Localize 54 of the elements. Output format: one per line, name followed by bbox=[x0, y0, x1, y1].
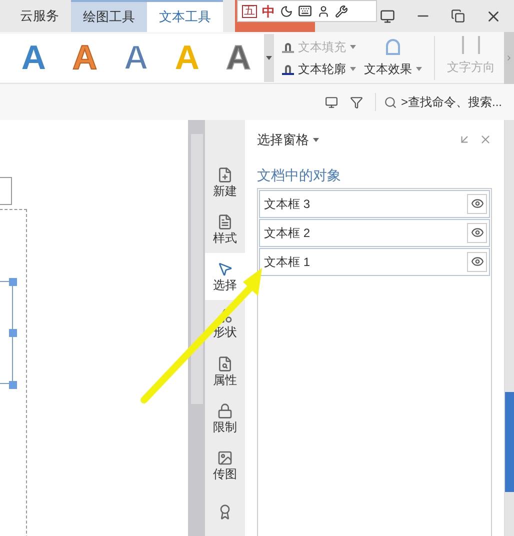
visibility-toggle[interactable] bbox=[467, 252, 487, 272]
ribbon-tab[interactable]: 云服务 bbox=[8, 0, 71, 32]
ribbon-tab[interactable]: 文本工具 bbox=[147, 0, 223, 32]
eye-icon bbox=[470, 226, 484, 239]
keyboard-icon[interactable] bbox=[298, 4, 312, 18]
visibility-toggle[interactable] bbox=[467, 222, 487, 242]
caret-icon bbox=[416, 66, 422, 70]
object-row[interactable]: 文本框 2 bbox=[259, 218, 490, 246]
search-placeholder: >查找命令、搜索... bbox=[400, 94, 502, 111]
pointer-icon bbox=[217, 261, 233, 278]
moon-icon[interactable] bbox=[280, 4, 293, 18]
object-row[interactable]: 文本框 1 bbox=[259, 248, 490, 276]
visibility-toggle[interactable] bbox=[467, 194, 487, 214]
ime-language[interactable]: 中 bbox=[262, 4, 275, 18]
lock-icon bbox=[217, 402, 233, 419]
eye-icon bbox=[470, 255, 484, 268]
ribbon-tab[interactable]: 绘图工具 bbox=[71, 0, 147, 32]
caret-icon bbox=[266, 56, 272, 60]
sidebar-tab[interactable]: 新建 bbox=[205, 158, 245, 206]
scrollbar-thumb[interactable] bbox=[190, 134, 202, 404]
restore-icon[interactable] bbox=[451, 9, 465, 23]
ribbon-command[interactable]: 文本轮廓 bbox=[282, 60, 356, 78]
image-icon bbox=[217, 450, 233, 466]
filter-icon[interactable] bbox=[350, 96, 363, 108]
person-icon[interactable] bbox=[317, 4, 330, 18]
ribbon-command[interactable]: 文本效果 bbox=[364, 60, 422, 78]
sidebar-tab[interactable]: 选择 bbox=[205, 252, 245, 300]
pane-heading: 文档中的对象 bbox=[257, 166, 342, 184]
object-row[interactable]: 文本框 3 bbox=[259, 190, 490, 218]
object-name: 文本框 2 bbox=[264, 224, 310, 242]
gallery-more-button[interactable] bbox=[264, 34, 274, 82]
text-style-preset[interactable]: A bbox=[212, 40, 264, 74]
wrench-icon[interactable] bbox=[335, 4, 348, 18]
sidebar-tab[interactable]: 限制 bbox=[205, 394, 245, 442]
eye-icon bbox=[470, 197, 484, 210]
chevron-right-icon bbox=[505, 54, 513, 62]
screen-icon[interactable] bbox=[324, 96, 338, 108]
new-page-icon bbox=[217, 166, 233, 183]
page-magnifier-icon bbox=[217, 356, 233, 372]
caret-icon bbox=[350, 66, 356, 70]
command-search-field[interactable]: >查找命令、搜索... bbox=[374, 93, 502, 111]
search-icon bbox=[384, 96, 397, 108]
text-style-preset[interactable]: A bbox=[8, 40, 60, 74]
object-name: 文本框 3 bbox=[264, 196, 310, 212]
caret-icon bbox=[350, 44, 356, 48]
object-name: 文本框 1 bbox=[264, 254, 310, 270]
text-effect-icon bbox=[386, 38, 400, 54]
pane-title[interactable]: 选择窗格 bbox=[257, 130, 309, 150]
text-direction-icon bbox=[462, 36, 480, 54]
sidebar-tab[interactable]: 传图 bbox=[205, 442, 245, 489]
caret-icon[interactable] bbox=[313, 138, 319, 142]
sidebar-tab[interactable]: 样式 bbox=[205, 205, 245, 252]
sidebar-tab[interactable]: 属性 bbox=[205, 347, 245, 394]
document-icon bbox=[217, 214, 233, 230]
